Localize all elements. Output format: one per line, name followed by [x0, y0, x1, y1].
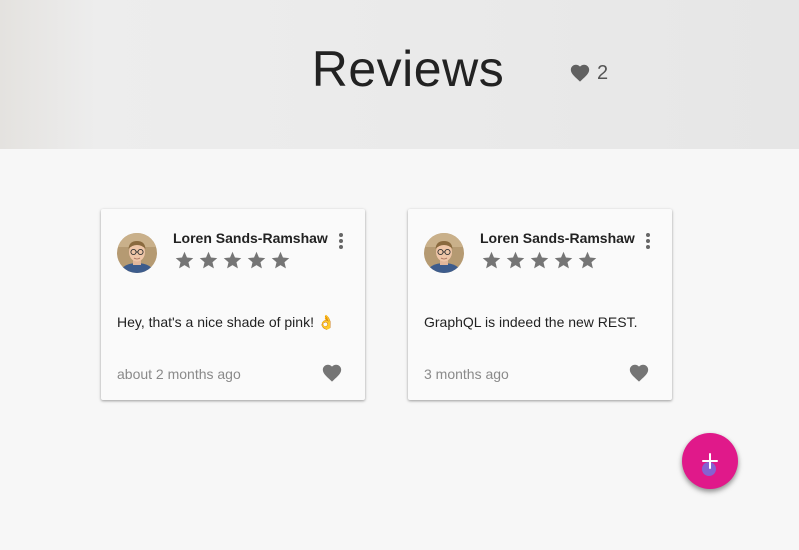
add-review-button[interactable] [682, 433, 738, 489]
review-timestamp: 3 months ago [424, 366, 509, 382]
star-icon [577, 250, 598, 271]
heart-icon[interactable] [321, 362, 343, 384]
avatar[interactable] [424, 233, 464, 273]
heart-icon [569, 62, 591, 84]
star-icon [529, 250, 550, 271]
heart-icon[interactable] [628, 362, 650, 384]
more-vert-icon[interactable] [640, 232, 656, 250]
star-rating [481, 250, 598, 271]
star-icon [553, 250, 574, 271]
favorites-counter: 2 [569, 62, 608, 84]
review-timestamp: about 2 months ago [117, 366, 241, 382]
review-author: Loren Sands-Ramshaw [480, 230, 635, 246]
star-icon [246, 250, 267, 271]
favorites-count: 2 [597, 62, 609, 84]
more-vert-icon[interactable] [333, 232, 349, 250]
review-text: GraphQL is indeed the new REST. [424, 314, 638, 330]
star-icon [270, 250, 291, 271]
page-title: Reviews [311, 41, 505, 97]
review-text: Hey, that's a nice shade of pink! 👌 [117, 314, 336, 330]
review-author: Loren Sands-Ramshaw [173, 230, 328, 246]
avatar[interactable] [117, 233, 157, 273]
star-icon [505, 250, 526, 271]
review-card: Loren Sands-Ramshaw GraphQL is indeed th… [408, 209, 672, 400]
star-rating [174, 250, 291, 271]
star-icon [174, 250, 195, 271]
review-card: Loren Sands-Ramshaw Hey, that's a nice s… [101, 209, 365, 400]
page-header: Reviews 2 [0, 0, 799, 149]
star-icon [481, 250, 502, 271]
star-icon [222, 250, 243, 271]
star-icon [198, 250, 219, 271]
